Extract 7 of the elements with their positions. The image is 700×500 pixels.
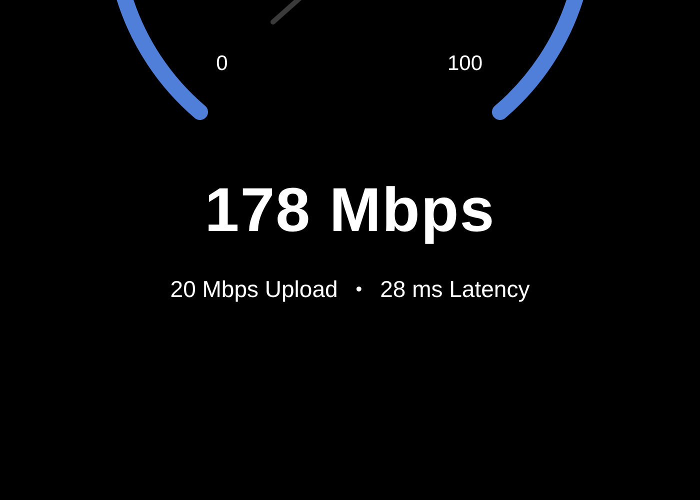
scale-label: 0 (216, 52, 228, 75)
stat-text: 20 Mbps Upload (170, 276, 338, 303)
download-speed: 178 Mbps (204, 180, 496, 242)
gauge-needle (270, 0, 302, 24)
scale-label: 100 (447, 52, 483, 75)
separator-dot: • (356, 279, 362, 300)
stat-text: 28 ms Latency (380, 276, 530, 303)
